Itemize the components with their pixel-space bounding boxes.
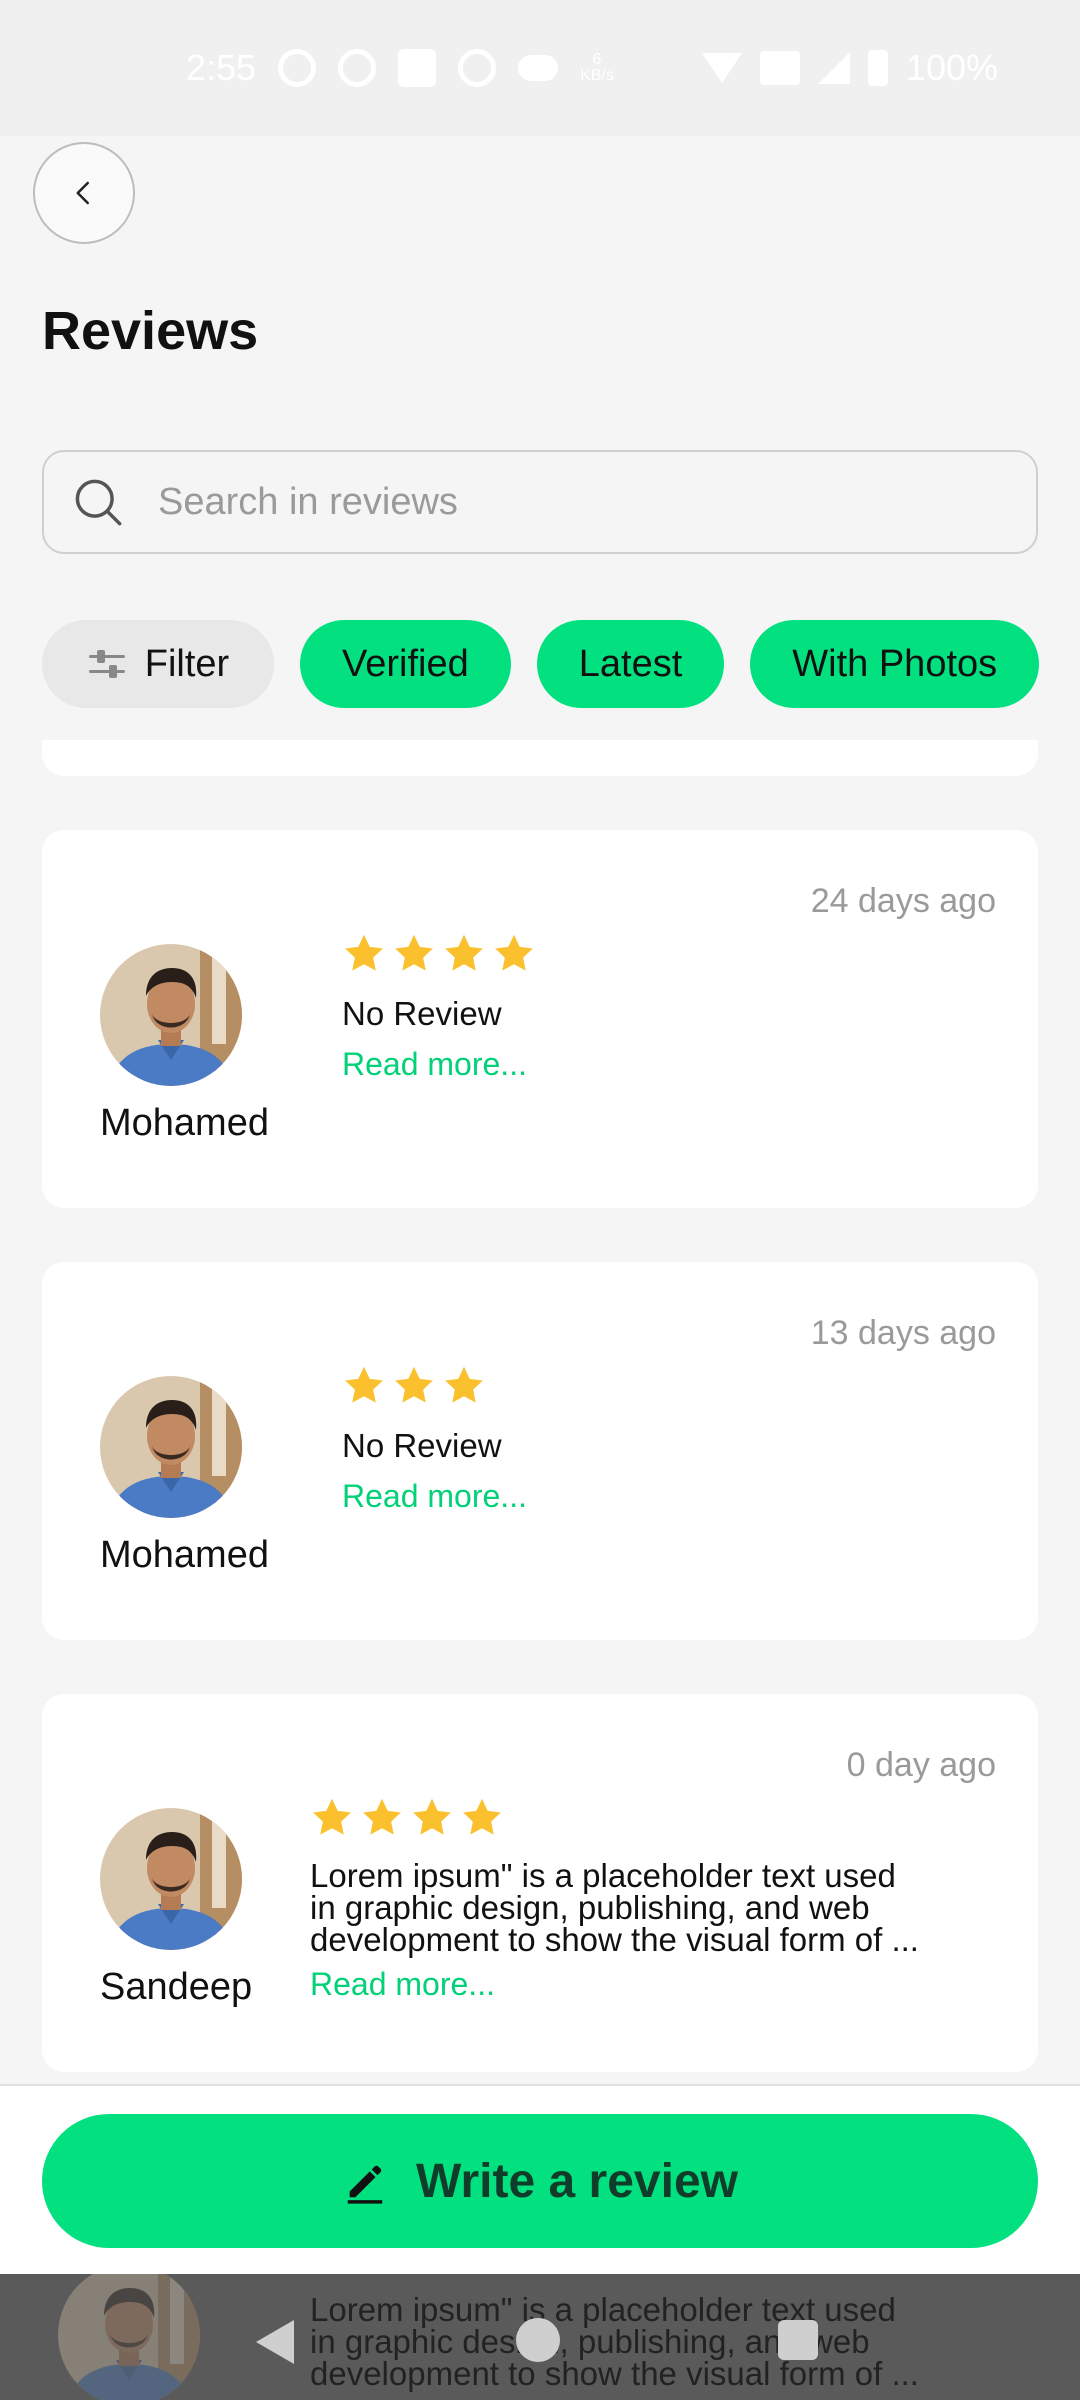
avatar bbox=[100, 1808, 242, 1950]
star-icon bbox=[310, 1796, 354, 1840]
filter-label: Filter bbox=[144, 642, 230, 685]
bottom-action-bar: Write a review bbox=[0, 2084, 1080, 2274]
star-icon bbox=[360, 1796, 404, 1840]
pen-icon bbox=[347, 2165, 383, 2204]
avatar bbox=[100, 944, 242, 1086]
read-more-link[interactable]: Read more... bbox=[342, 1046, 527, 1083]
net-speed-unit: KB/s bbox=[580, 67, 614, 84]
status-bar: 2:55 6 KB/s 100% bbox=[0, 0, 1080, 136]
status-right: 100% bbox=[701, 47, 998, 89]
reviewer-name: Sandeep bbox=[100, 1966, 253, 2008]
star-icon bbox=[442, 1364, 486, 1408]
review-text-line: in graphic design, publishing, and web bbox=[310, 1889, 870, 1926]
review-card[interactable]: 13 days ago Mohamed No Review Read more.… bbox=[42, 1262, 1038, 1640]
filter-button[interactable]: Filter bbox=[42, 620, 274, 708]
star-icon bbox=[342, 932, 386, 976]
review-text: Lorem ipsum" is a placeholder text used … bbox=[310, 1857, 919, 1958]
star-rating bbox=[342, 932, 536, 976]
review-text: No Review bbox=[342, 995, 502, 1032]
star-icon bbox=[492, 932, 536, 976]
system-nav-bar: Lorem ipsum" is a placeholder text used … bbox=[0, 2274, 1080, 2400]
star-icon bbox=[342, 1364, 386, 1408]
brave-icon bbox=[338, 49, 377, 87]
nav-recents-icon[interactable] bbox=[778, 2320, 818, 2360]
review-time: 0 day ago bbox=[846, 1746, 996, 1784]
cloud-icon bbox=[518, 55, 559, 81]
wifi-icon bbox=[701, 53, 742, 83]
read-more-link[interactable]: Read more... bbox=[342, 1478, 527, 1515]
status-time: 2:55 bbox=[186, 47, 257, 88]
write-review-button[interactable]: Write a review bbox=[42, 2114, 1038, 2248]
star-icon bbox=[392, 932, 436, 976]
battery-icon bbox=[867, 50, 888, 86]
star-rating bbox=[310, 1796, 504, 1840]
review-text-line: development to show the visual form of .… bbox=[310, 1921, 919, 1958]
chip-verified[interactable]: Verified bbox=[300, 620, 511, 708]
star-icon bbox=[392, 1364, 436, 1408]
review-time: 24 days ago bbox=[810, 882, 996, 920]
review-text-behind: Lorem ipsum" is a placeholder text used … bbox=[310, 2291, 919, 2392]
chevron-left-icon bbox=[76, 181, 89, 205]
review-card-partial bbox=[42, 740, 1038, 776]
star-icon bbox=[460, 1796, 504, 1840]
reviewer-name: Mohamed bbox=[100, 1534, 269, 1576]
review-text: No Review bbox=[342, 1427, 502, 1464]
avatar bbox=[100, 1376, 242, 1518]
back-button[interactable] bbox=[33, 142, 135, 244]
status-left: 2:55 6 KB/s bbox=[186, 47, 614, 89]
chip-with-photos[interactable]: With Photos bbox=[750, 620, 1040, 708]
star-rating bbox=[342, 1364, 486, 1408]
review-text-line: in graphic design, publishing, and web bbox=[310, 2323, 870, 2360]
review-time: 13 days ago bbox=[810, 1314, 996, 1352]
review-card[interactable]: 0 day ago Sandeep Lorem ipsum" is a plac… bbox=[42, 1694, 1038, 2072]
review-card[interactable]: 24 days ago Mohamed No Review Read more.… bbox=[42, 830, 1038, 1208]
nav-home-icon[interactable] bbox=[516, 2318, 560, 2362]
reviewer-name: Mohamed bbox=[100, 1102, 269, 1144]
write-review-label: Write a review bbox=[416, 2154, 738, 2208]
filter-chips: Filter Verified Latest With Photos bbox=[42, 620, 1040, 708]
search-box[interactable] bbox=[42, 450, 1038, 554]
chip-latest[interactable]: Latest bbox=[536, 620, 725, 708]
net-speed: 6 KB/s bbox=[580, 52, 614, 84]
read-more-link[interactable]: Read more... bbox=[310, 1966, 495, 2003]
nav-back-icon[interactable] bbox=[256, 2320, 294, 2364]
review-text-line: Lorem ipsum" is a placeholder text used bbox=[310, 2291, 896, 2328]
net-speed-value: 6 bbox=[592, 51, 602, 68]
page-title: Reviews bbox=[42, 301, 259, 361]
whatsapp-icon bbox=[278, 49, 317, 87]
phone-app-icon bbox=[458, 49, 497, 87]
review-text-line: Lorem ipsum" is a placeholder text used bbox=[310, 1857, 896, 1894]
search-input[interactable] bbox=[158, 480, 958, 524]
star-icon bbox=[410, 1796, 454, 1840]
avatar bbox=[58, 2274, 200, 2400]
signal-icon bbox=[817, 52, 850, 84]
filter-sliders-icon bbox=[88, 650, 125, 678]
search-icon bbox=[75, 479, 122, 526]
sigma-app-icon bbox=[398, 49, 437, 87]
battery-percent: 100% bbox=[905, 47, 998, 88]
volte-icon bbox=[759, 51, 800, 85]
star-icon bbox=[442, 932, 486, 976]
review-text-line: development to show the visual form of .… bbox=[310, 2355, 919, 2392]
